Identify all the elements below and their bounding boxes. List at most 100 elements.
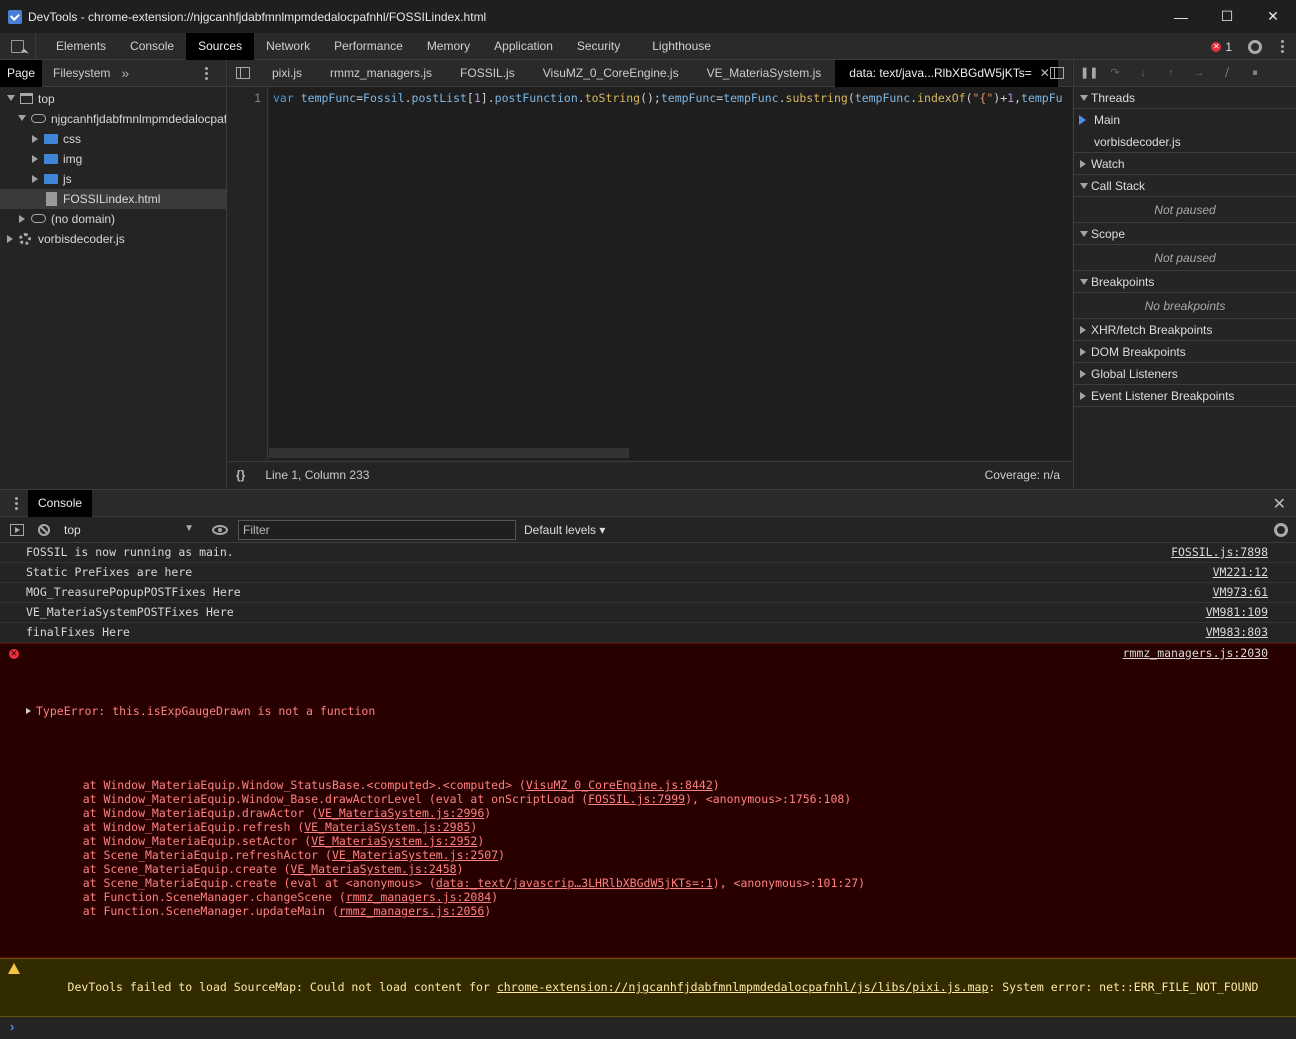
frame-icon (20, 93, 33, 104)
pause-icon[interactable]: ❚❚ (1080, 67, 1098, 79)
close-tab-icon[interactable]: ✕ (1040, 66, 1050, 80)
breakpoints-section[interactable]: Breakpoints (1074, 271, 1296, 293)
filter-input[interactable]: Filter (238, 519, 516, 540)
dropdown-arrow-icon: ▼ (184, 522, 194, 534)
error-header[interactable]: TypeError: this.isExpGaugeDrawn is not a… (26, 702, 1296, 721)
call-stack-section[interactable]: Call Stack (1074, 175, 1296, 197)
message-source-link[interactable]: VM983:803 (1206, 623, 1268, 642)
stack-frame-link[interactable]: data:_text/javascrip…3LHRlbXBGdW5jKTs=:1 (436, 876, 713, 890)
stack-frame-link[interactable]: VE_MateriaSystem.js:2996 (318, 806, 484, 820)
stack-frame-link[interactable]: VE_MateriaSystem.js:2985 (304, 820, 470, 834)
stack-frame-link[interactable]: FOSSIL.js:7999 (588, 792, 685, 806)
log-levels-dropdown[interactable]: Default levels ▾ (524, 523, 605, 537)
clear-console-icon[interactable] (38, 523, 50, 536)
code-area[interactable]: var tempFunc=Fossil.postList[1].postFunc… (269, 87, 1072, 460)
tree-item-vorbisdecoder[interactable]: vorbisdecoder.js (0, 229, 226, 249)
expand-arrow-icon[interactable] (32, 175, 38, 183)
editor-tab-fossil[interactable]: FOSSIL.js (446, 60, 529, 87)
scope-section[interactable]: Scope (1074, 223, 1296, 245)
pause-on-exceptions-icon[interactable]: ⏸ (1248, 67, 1262, 79)
message-source-link[interactable]: FOSSIL.js:7898 (1171, 543, 1268, 562)
tree-item-top[interactable]: top (0, 89, 226, 109)
watch-section[interactable]: Watch (1074, 153, 1296, 175)
expand-arrow-icon[interactable] (18, 115, 26, 121)
stack-frame-link[interactable]: VE_MateriaSystem.js:2952 (311, 834, 477, 848)
inspect-element-button[interactable] (0, 32, 36, 60)
message-source-link[interactable]: VM221:12 (1213, 563, 1268, 582)
console-settings-gear-icon[interactable] (1274, 523, 1288, 537)
step-over-icon[interactable]: ↷ (1108, 67, 1122, 79)
tab-lighthouse[interactable]: Lighthouse (640, 33, 723, 60)
editor-tab-visumz[interactable]: VisuMZ_0_CoreEngine.js (529, 60, 693, 87)
warning-source-link[interactable]: chrome-extension://njgcanhfjdabfmnlmpmde… (497, 980, 989, 994)
tab-console-drawer[interactable]: Console (28, 489, 93, 517)
stack-frame-link[interactable]: VisuMZ_0_CoreEngine.js:8442 (526, 778, 713, 792)
tree-item-extension[interactable]: njgcanhfjdabfmnlmpmdedalocpafnhl (0, 109, 226, 129)
error-count-badge[interactable]: ✕ 1 (1211, 40, 1232, 54)
expand-arrow-icon[interactable] (32, 135, 38, 143)
xhr-breakpoints-section[interactable]: XHR/fetch Breakpoints (1074, 319, 1296, 341)
stack-frame-link[interactable]: rmmz_managers.js:2056 (339, 904, 484, 918)
tree-item-js[interactable]: js (0, 169, 226, 189)
message-source-link[interactable]: VM973:61 (1213, 583, 1268, 602)
step-into-icon[interactable]: ↓ (1136, 67, 1150, 79)
tab-application[interactable]: Application (482, 33, 565, 60)
tree-item-fossilindex[interactable]: FOSSILindex.html (0, 189, 226, 209)
editor-tab-rmmz-managers[interactable]: rmmz_managers.js (316, 60, 446, 87)
tab-elements[interactable]: Elements (44, 33, 118, 60)
tab-sources[interactable]: Sources (186, 32, 255, 60)
show-sidebar-icon[interactable] (10, 523, 24, 536)
stack-frame-link[interactable]: rmmz_managers.js:2084 (346, 890, 491, 904)
thread-vorbisdecoder[interactable]: vorbisdecoder.js (1074, 131, 1296, 153)
tree-item-css[interactable]: css (0, 129, 226, 149)
editor-horizontal-scrollbar[interactable] (269, 448, 629, 458)
stack-frame-link[interactable]: VE_MateriaSystem.js:2507 (332, 848, 498, 862)
expand-arrow-icon[interactable] (32, 155, 38, 163)
more-options-icon[interactable] (1276, 40, 1288, 53)
stack-frame-tail: ), <anonymous>:1756:108) (685, 792, 852, 806)
tree-item-img[interactable]: img (0, 149, 226, 169)
context-selector[interactable]: top ▼ (64, 523, 194, 537)
deactivate-breakpoints-icon[interactable]: ⧸ (1220, 67, 1234, 79)
pretty-print-button[interactable]: {} (236, 468, 245, 482)
minimize-button[interactable]: — (1158, 0, 1204, 33)
tree-item-label: (no domain) (51, 212, 116, 226)
tab-network[interactable]: Network (254, 33, 322, 60)
step-out-icon[interactable]: ↑ (1164, 67, 1178, 79)
global-listeners-section[interactable]: Global Listeners (1074, 363, 1296, 385)
close-drawer-icon[interactable]: ✕ (1273, 494, 1286, 514)
console-prompt[interactable]: › (0, 1017, 1296, 1039)
tab-filesystem[interactable]: Filesystem (46, 60, 117, 87)
more-tabs-icon[interactable]: » (121, 65, 129, 81)
editor-tab-data[interactable]: data: text/java...RlbXBGdW5jKTs= ✕ (835, 59, 1058, 87)
tab-memory[interactable]: Memory (415, 33, 482, 60)
stack-frame-link[interactable]: VE_MateriaSystem.js:2458 (290, 862, 456, 876)
threads-section[interactable]: Threads (1074, 87, 1296, 109)
tab-performance[interactable]: Performance (322, 33, 415, 60)
tab-console[interactable]: Console (118, 33, 186, 60)
tree-item-no-domain[interactable]: (no domain) (0, 209, 226, 229)
live-expression-eye-icon[interactable] (212, 524, 228, 535)
settings-gear-icon[interactable] (1248, 39, 1262, 54)
expand-arrow-icon[interactable] (19, 215, 25, 223)
expand-arrow-icon[interactable] (7, 235, 13, 243)
dom-breakpoints-section[interactable]: DOM Breakpoints (1074, 341, 1296, 363)
event-listener-breakpoints-section[interactable]: Event Listener Breakpoints (1074, 385, 1296, 407)
thread-main[interactable]: Main (1074, 109, 1296, 131)
editor-tab-pixi[interactable]: pixi.js (258, 60, 316, 87)
error-source-link[interactable]: rmmz_managers.js:2030 (1123, 644, 1268, 663)
navigator-menu-icon[interactable] (200, 67, 212, 80)
tab-security[interactable]: Security (565, 33, 640, 60)
toggle-debugger-icon[interactable] (1050, 67, 1064, 79)
message-source-link[interactable]: VM981:109 (1206, 603, 1268, 622)
tab-page[interactable]: Page (0, 59, 43, 87)
editor-tab-ve-materia[interactable]: VE_MateriaSystem.js (693, 60, 836, 87)
toggle-navigator-icon[interactable] (236, 67, 250, 79)
step-icon[interactable]: → (1192, 67, 1206, 79)
maximize-button[interactable]: ☐ (1204, 0, 1250, 33)
call-stack-status: Not paused (1074, 197, 1296, 223)
close-window-button[interactable]: ✕ (1250, 0, 1296, 33)
stack-frame-tail: ) (456, 862, 464, 876)
drawer-menu-icon[interactable] (10, 496, 22, 510)
expand-arrow-icon[interactable] (7, 95, 15, 101)
